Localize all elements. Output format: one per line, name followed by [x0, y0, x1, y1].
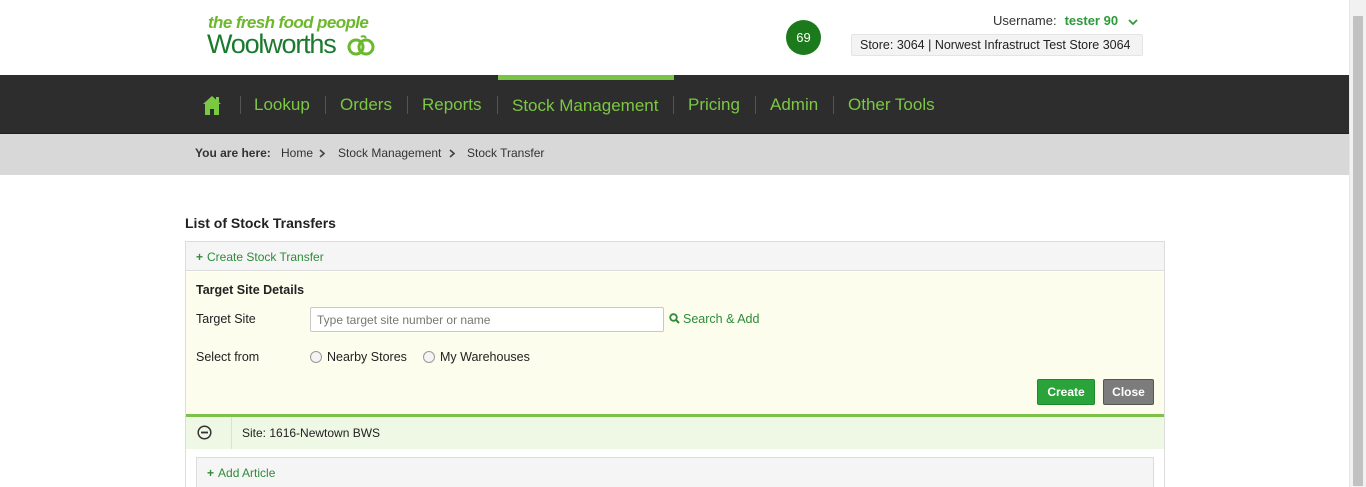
header: the fresh food people Woolworths 69 User… — [0, 0, 1349, 75]
nav-admin[interactable]: Admin — [770, 75, 818, 134]
woolworths-logo[interactable]: the fresh food people Woolworths — [207, 13, 377, 59]
chevron-down-icon[interactable] — [1128, 18, 1138, 26]
breadcrumb-prefix: You are here: — [195, 146, 271, 160]
nav-pricing[interactable]: Pricing — [688, 75, 740, 134]
target-site-input[interactable] — [310, 307, 664, 332]
add-article-bar: + Add Article — [196, 457, 1154, 487]
nav-separator — [240, 96, 241, 114]
nav-separator — [325, 96, 326, 114]
home-icon[interactable] — [202, 95, 222, 116]
nav-lookup[interactable]: Lookup — [254, 75, 310, 134]
search-icon — [669, 313, 680, 324]
page-title: List of Stock Transfers — [185, 215, 336, 231]
close-button[interactable]: Close — [1103, 379, 1154, 405]
nav-separator — [407, 96, 408, 114]
create-button[interactable]: Create — [1037, 379, 1095, 405]
username-label: Username: — [993, 13, 1057, 28]
add-article-label: Add Article — [218, 466, 276, 480]
minus-circle-icon[interactable] — [197, 425, 212, 440]
site-row-divider — [231, 417, 232, 449]
radio-my-warehouses-label: My Warehouses — [440, 350, 530, 364]
plus-icon: + — [207, 466, 215, 480]
site-name: Site: 1616-Newtown BWS — [242, 426, 381, 440]
search-add-button[interactable]: Search & Add — [669, 312, 759, 326]
nav-stock-management[interactable]: Stock Management — [498, 75, 674, 134]
main-nav: Lookup Orders Reports Stock Management P… — [0, 75, 1349, 134]
page: the fresh food people Woolworths 69 User… — [0, 0, 1366, 487]
notification-badge[interactable]: 69 — [786, 20, 821, 55]
search-add-label: Search & Add — [683, 312, 760, 326]
add-article-link[interactable]: + Add Article — [207, 466, 275, 480]
store-selector[interactable]: Store: 3064 | Norwest Infrastruct Test S… — [851, 34, 1143, 56]
panel-header: + Create Stock Transfer — [186, 242, 1164, 271]
nav-other-tools[interactable]: Other Tools — [848, 75, 935, 134]
breadcrumb: You are here: Home Stock Management Stoc… — [0, 134, 1349, 175]
radio-button[interactable] — [423, 351, 435, 363]
plus-icon: + — [196, 250, 204, 264]
user-menu[interactable]: Username: tester 90 — [993, 13, 1138, 31]
target-site-heading: Target Site Details — [196, 283, 305, 297]
stock-transfer-panel: + Create Stock Transfer Target Site Detai… — [185, 241, 1165, 487]
select-from-label: Select from — [196, 350, 260, 364]
logo-brand: Woolworths — [207, 29, 337, 59]
breadcrumb-stock-transfer: Stock Transfer — [467, 146, 545, 160]
nav-separator — [673, 96, 674, 114]
breadcrumb-home[interactable]: Home — [281, 146, 313, 160]
nav-reports[interactable]: Reports — [422, 75, 482, 134]
woolworths-w-icon — [347, 35, 375, 56]
scrollbar-thumb[interactable] — [1353, 16, 1363, 486]
nav-separator — [833, 96, 834, 114]
vertical-scrollbar[interactable] — [1349, 0, 1366, 487]
radio-button[interactable] — [310, 351, 322, 363]
chevron-right-icon — [319, 149, 325, 158]
username[interactable]: tester 90 — [1065, 13, 1118, 28]
nav-orders[interactable]: Orders — [340, 75, 392, 134]
chevron-right-icon — [449, 149, 455, 158]
target-site-label: Target Site — [196, 312, 256, 326]
radio-nearby-stores-label: Nearby Stores — [327, 350, 407, 364]
create-stock-transfer-label: Create Stock Transfer — [207, 250, 324, 264]
target-site-form: Target Site Details Target Site Search &… — [186, 272, 1164, 414]
breadcrumb-stock-management[interactable]: Stock Management — [338, 146, 441, 160]
radio-nearby-stores[interactable]: Nearby Stores — [310, 350, 407, 364]
site-row: Site: 1616-Newtown BWS — [186, 414, 1164, 449]
radio-my-warehouses[interactable]: My Warehouses — [423, 350, 530, 364]
nav-separator — [755, 96, 756, 114]
create-stock-transfer-link[interactable]: + Create Stock Transfer — [196, 250, 324, 264]
